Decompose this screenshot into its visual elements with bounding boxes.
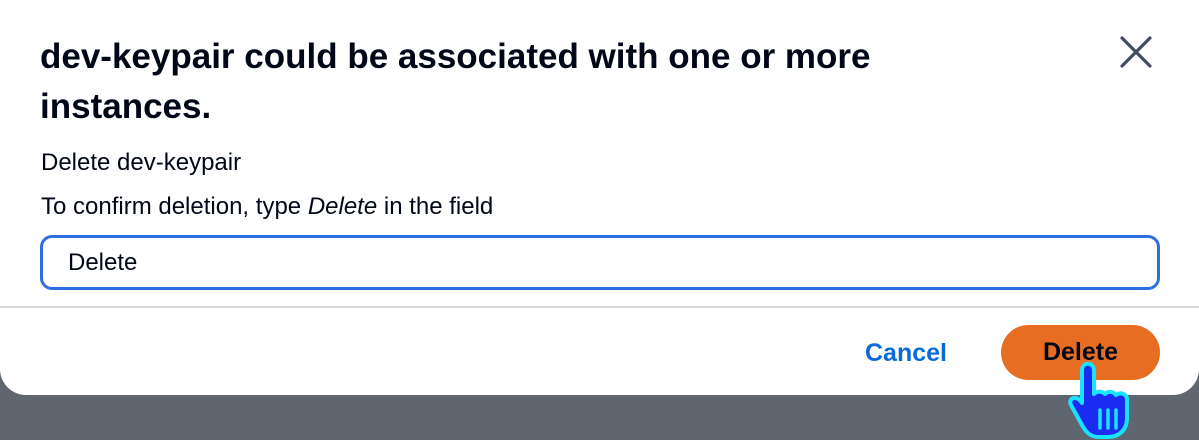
- close-icon: [1120, 36, 1152, 68]
- confirm-instruction: To confirm deletion, type Delete in the …: [41, 192, 493, 222]
- dialog-subtitle: Delete dev-keypair: [41, 149, 242, 176]
- close-button[interactable]: [1114, 30, 1158, 74]
- cancel-button[interactable]: Cancel: [848, 326, 964, 380]
- delete-button[interactable]: Delete: [1001, 325, 1160, 380]
- delete-keypair-dialog: dev-keypair could be associated with one…: [0, 0, 1199, 395]
- footer-divider: [0, 306, 1199, 308]
- instruction-prefix: To confirm deletion, type: [41, 193, 308, 220]
- instruction-suffix: in the field: [377, 193, 494, 220]
- confirm-delete-input[interactable]: [40, 235, 1160, 290]
- instruction-keyword: Delete: [307, 193, 378, 220]
- dialog-title: dev-keypair could be associated with one…: [40, 37, 871, 126]
